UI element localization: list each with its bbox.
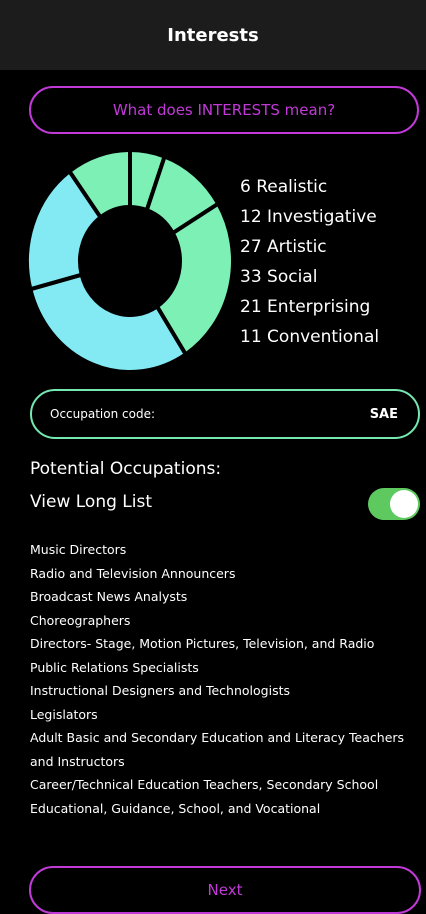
toggle-knob — [390, 490, 418, 518]
view-long-list-toggle[interactable] — [368, 488, 420, 520]
interest-type-realistic: 6 Realistic — [240, 172, 426, 202]
interest-type-investigative: 12 Investigative — [240, 202, 426, 232]
interest-value: 11 — [240, 327, 262, 347]
occupation-code-label: Occupation code: — [50, 407, 155, 421]
occupation-code-value: SAE — [369, 406, 398, 422]
occupation-item: Adult Basic and Secondary Education and … — [30, 730, 405, 769]
occupation-item: Legislators — [30, 706, 98, 722]
interest-value: 12 — [240, 207, 262, 227]
interest-value: 6 — [240, 177, 251, 197]
interest-name: Conventional — [267, 327, 380, 347]
interest-type-enterprising: 21 Enterprising — [240, 292, 426, 322]
occupation-item: Career/Technical Education Teachers, Sec… — [30, 777, 379, 792]
interest-type-artistic: 27 Artistic — [240, 232, 426, 262]
occupation-list: Music Directors Radio and Television Ann… — [30, 538, 422, 820]
interest-name: Artistic — [267, 237, 327, 257]
interest-value: 33 — [240, 267, 262, 287]
interests-meaning-button[interactable]: What does INTERESTS mean? — [29, 86, 419, 134]
occupation-item: Broadcast News Analysts — [30, 589, 188, 604]
occupation-item: Educational, Guidance, School, and Vocat… — [30, 800, 321, 816]
next-button[interactable]: Next — [29, 866, 421, 914]
interest-type-social: 33 Social — [240, 262, 426, 292]
view-long-list-label: View Long List — [30, 492, 153, 512]
interest-name: Investigative — [267, 207, 377, 227]
potential-occupations-title: Potential Occupations: — [30, 459, 222, 479]
interest-name: Social — [267, 267, 318, 287]
donut-slice-social — [27, 272, 189, 374]
occupation-item: Radio and Television Announcers — [30, 565, 236, 581]
app-header: Interests — [0, 0, 426, 70]
interest-type-list: 6 Realistic 12 Investigative 27 Artistic… — [240, 172, 426, 352]
interest-value: 21 — [240, 297, 262, 317]
interest-name: Realistic — [256, 177, 328, 197]
occupation-item: Music Directors — [30, 542, 127, 557]
interest-value: 27 — [240, 237, 262, 257]
occupation-item: Instructional Designers and Technologist… — [30, 683, 290, 698]
interest-name: Enterprising — [267, 297, 371, 317]
page-title: Interests — [167, 24, 259, 46]
occupation-item: Directors- Stage, Motion Pictures, Telev… — [30, 636, 375, 651]
interests-donut-chart — [25, 148, 235, 374]
occupation-code-box: Occupation code: SAE — [30, 389, 420, 439]
occupation-item: Public Relations Specialists — [30, 659, 199, 675]
occupation-item: Choreographers — [30, 612, 131, 628]
interest-type-conventional: 11 Conventional — [240, 322, 426, 352]
